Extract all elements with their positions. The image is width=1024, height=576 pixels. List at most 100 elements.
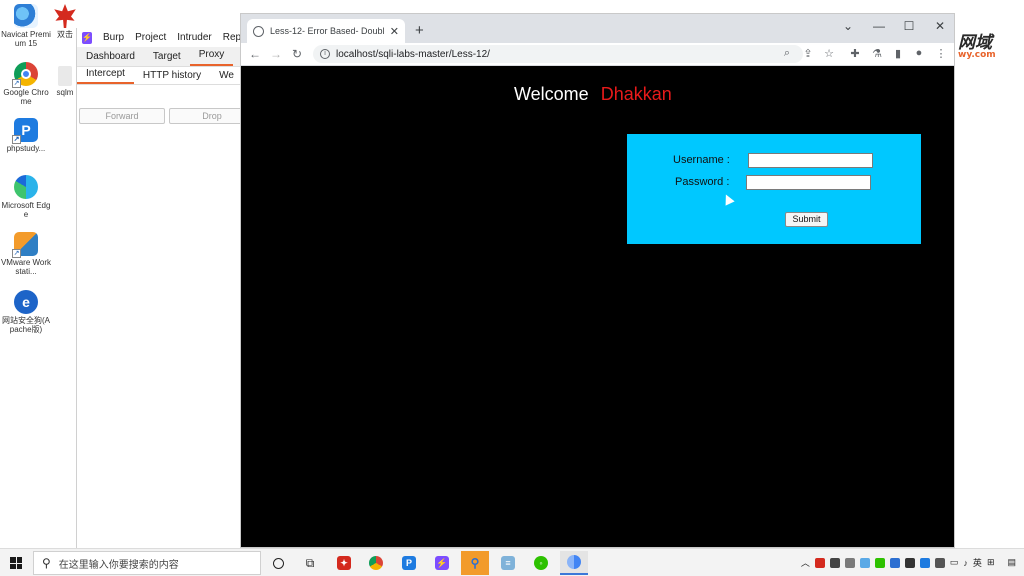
login-form: Username : Password : Submit — [627, 134, 921, 244]
address-bar[interactable]: i localhost/sqli-labs-master/Less-12/ — [313, 45, 803, 63]
profile-icon[interactable]: ● — [912, 47, 926, 59]
url-text[interactable]: localhost/sqli-labs-master/Less-12/ — [336, 49, 490, 60]
tab-dashboard[interactable]: Dashboard — [77, 51, 144, 66]
safedog-icon: e — [14, 290, 38, 314]
password-input[interactable] — [746, 175, 871, 190]
forward-arrow-icon[interactable]: → — [269, 47, 283, 61]
burp-menu-intruder[interactable]: Intruder — [177, 32, 211, 43]
magnifier-app-icon: ⚲ — [470, 556, 480, 570]
taskbar-app-maple[interactable]: ✦ — [330, 551, 358, 575]
burp-tabs: Dashboard Target Proxy — [77, 47, 246, 67]
desktop-icon-phpstudy[interactable]: P ↗ phpstudy... — [0, 118, 52, 153]
username-input[interactable] — [748, 153, 873, 168]
subtab-websockets[interactable]: We — [210, 70, 243, 84]
sidepanel-icon[interactable]: ▮ — [891, 47, 905, 60]
network-icon[interactable]: ▭ — [950, 557, 959, 568]
maple-leaf-icon — [54, 4, 76, 28]
taskbar-app-burp[interactable]: ⚡ — [428, 551, 456, 575]
close-window-icon[interactable]: ✕ — [933, 19, 947, 33]
globe-icon — [253, 25, 264, 37]
taskbar-app-notes[interactable]: ≡ — [494, 551, 522, 575]
tray-app-icon[interactable] — [814, 557, 825, 568]
ime-icon[interactable]: ⊞ — [987, 557, 995, 568]
burp-menu-project[interactable]: Project — [135, 32, 166, 43]
taskbar-app-chrome[interactable] — [362, 551, 390, 575]
tray-app-icon[interactable] — [889, 557, 900, 568]
tab-title: Less-12- Error Based- Double — [270, 26, 384, 36]
subtab-intercept[interactable]: Intercept — [77, 68, 134, 84]
burp-menu-burp[interactable]: Burp — [103, 32, 124, 43]
chrome-window: Less-12- Error Based- Double ✕ + ⌄ — ☐ ✕… — [240, 13, 955, 548]
desktop-icon-edge[interactable]: Microsoft Edge — [0, 175, 52, 219]
desktop-icon-chrome[interactable]: ↗ Google Chrome — [0, 62, 52, 106]
taskbar-app-chrome-active[interactable] — [560, 551, 588, 575]
windows-start-icon[interactable] — [10, 557, 22, 569]
tab-target[interactable]: Target — [144, 51, 190, 66]
tray-app-icon[interactable] — [919, 557, 930, 568]
desktop-icon-navicat[interactable]: Navicat Premium 15 — [0, 4, 52, 48]
tray-app-icon[interactable] — [934, 557, 945, 568]
new-tab-icon[interactable]: + — [415, 22, 424, 39]
reload-icon[interactable]: ↻ — [290, 47, 304, 61]
tray-app-icon[interactable] — [859, 557, 870, 568]
kebab-menu-icon[interactable]: ⋮ — [934, 47, 948, 60]
star-icon[interactable]: ☆ — [822, 47, 836, 60]
maximize-icon[interactable]: ☐ — [902, 19, 916, 33]
taskbar-search[interactable]: ⚲ 在这里输入你要搜索的内容 — [33, 551, 261, 575]
password-label: Password : — [675, 176, 730, 188]
desktop-icon-vmware[interactable]: ↗ VMware Workstati... — [0, 232, 52, 276]
burp-logo-icon: ⚡ — [82, 31, 92, 44]
chrome-icon: ↗ — [12, 62, 38, 88]
cortana-icon[interactable] — [264, 551, 292, 575]
tray-app-icon[interactable] — [904, 557, 915, 568]
welcome-name: Dhakkan — [600, 84, 672, 104]
username-label: Username : — [673, 154, 730, 166]
shortcut-arrow-icon: ↗ — [12, 249, 21, 258]
chrome-icon — [369, 556, 383, 570]
tray-wechat-icon[interactable] — [874, 557, 885, 568]
tray-chevron-icon[interactable]: ︿ — [801, 556, 810, 569]
site-info-icon[interactable]: i — [320, 49, 330, 59]
burp-extension-icon[interactable]: ⚗ — [870, 47, 884, 60]
subtab-http-history[interactable]: HTTP history — [134, 70, 210, 84]
desktop-icon-label: phpstudy... — [6, 144, 46, 153]
chrome-icon — [567, 555, 581, 569]
volume-icon[interactable]: ♪ — [963, 558, 968, 568]
tab-search-chevron-icon[interactable]: ⌄ — [841, 19, 855, 33]
burp-menu-repeater[interactable]: Rep — [223, 32, 241, 43]
taskbar-app-wechat[interactable]: ◦ — [527, 551, 555, 575]
zoom-icon[interactable]: ⌕ — [780, 47, 794, 60]
wechat-icon: ◦ — [534, 556, 548, 570]
system-tray: ︿ ▭ ♪ 英 ⊞ ▤ — [801, 549, 1024, 576]
tray-app-icon[interactable] — [844, 557, 855, 568]
task-view-icon[interactable]: ⧉ — [296, 551, 324, 575]
puzzle-icon[interactable]: ✚ — [848, 47, 862, 60]
sqlmap-icon — [58, 66, 72, 86]
back-arrow-icon[interactable]: ← — [248, 47, 262, 61]
tab-close-icon[interactable]: ✕ — [390, 25, 399, 38]
tray-app-icon[interactable] — [829, 557, 840, 568]
notification-icon[interactable]: ▤ — [1007, 557, 1016, 568]
welcome-word: Welcome — [514, 84, 589, 104]
browser-tab[interactable]: Less-12- Error Based- Double ✕ — [247, 19, 405, 43]
watermark-bottom: wy.com — [958, 50, 996, 60]
taskbar-app-search[interactable]: ⚲ — [461, 551, 489, 575]
taskbar-app-phpstudy[interactable]: P — [395, 551, 423, 575]
submit-button[interactable]: Submit — [785, 212, 828, 227]
burp-intercept-actions: Forward Drop — [79, 108, 255, 124]
forward-button[interactable]: Forward — [79, 108, 165, 124]
desktop-icon-safedog[interactable]: e 网站安全狗(Apache版) — [0, 290, 52, 334]
shortcut-arrow-icon: ↗ — [12, 135, 21, 144]
notes-icon: ≡ — [501, 556, 515, 570]
burp-window: ⚡ Burp Project Intruder Rep Dashboard Ta… — [76, 28, 255, 548]
taskbar: ⚲ 在这里输入你要搜索的内容 ⧉ ✦ P ⚡ ⚲ ≡ ◦ ︿ ▭ ♪ 英 ⊞ ▤ — [0, 548, 1024, 576]
input-language[interactable]: 英 — [973, 556, 982, 569]
chrome-toolbar: ← → ↻ i localhost/sqli-labs-master/Less-… — [241, 43, 954, 66]
desktop-icon-label: Microsoft Edge — [1, 201, 51, 219]
share-icon[interactable]: ⇪ — [801, 47, 815, 60]
chrome-titlebar: Less-12- Error Based- Double ✕ + ⌄ — ☐ ✕ — [241, 14, 954, 43]
maple-leaf-icon: ✦ — [337, 556, 351, 570]
tab-proxy[interactable]: Proxy — [189, 49, 234, 66]
minimize-icon[interactable]: — — [872, 19, 886, 33]
edge-icon — [14, 175, 38, 199]
